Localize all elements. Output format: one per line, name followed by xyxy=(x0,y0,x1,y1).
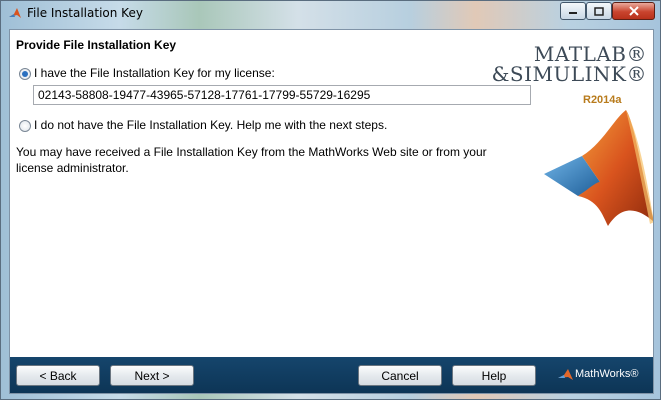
maximize-button[interactable] xyxy=(586,2,612,20)
no-key-radio[interactable] xyxy=(19,120,31,132)
no-key-label[interactable]: I do not have the File Installation Key.… xyxy=(34,118,387,132)
info-text: You may have received a File Installatio… xyxy=(16,145,487,175)
radio-selected-dot xyxy=(22,71,28,77)
close-icon xyxy=(628,6,639,16)
page-title: Provide File Installation Key xyxy=(16,38,177,52)
simulink-wordmark: &SIMULINK® xyxy=(491,62,647,86)
dialog-content: Provide File Installation Key I have the… xyxy=(9,29,654,394)
have-key-radio[interactable] xyxy=(19,68,31,80)
mathworks-wordmark: MathWorks® xyxy=(575,368,639,380)
help-button[interactable]: Help xyxy=(452,365,536,386)
installation-key-input[interactable] xyxy=(33,85,531,105)
matlab-icon xyxy=(9,8,21,18)
maximize-icon xyxy=(594,6,604,16)
title-bar[interactable]: File Installation Key xyxy=(1,1,660,27)
next-button[interactable]: Next > xyxy=(110,365,194,386)
have-key-label[interactable]: I have the File Installation Key for my … xyxy=(34,66,275,80)
minimize-button[interactable] xyxy=(560,2,586,20)
mathworks-logo: MathWorks® xyxy=(558,368,642,382)
window-title: File Installation Key xyxy=(27,6,143,20)
cancel-button[interactable]: Cancel xyxy=(358,365,442,386)
back-button[interactable]: < Back xyxy=(16,365,100,386)
matlab-membrane-logo xyxy=(544,110,653,226)
minimize-icon xyxy=(569,12,577,14)
close-button[interactable] xyxy=(612,2,655,20)
installer-window: File Installation Key Provide File Insta… xyxy=(0,0,661,400)
mathworks-membrane-icon xyxy=(558,369,573,380)
button-bar: < Back Next > Cancel Help MathWorks® xyxy=(10,357,653,393)
